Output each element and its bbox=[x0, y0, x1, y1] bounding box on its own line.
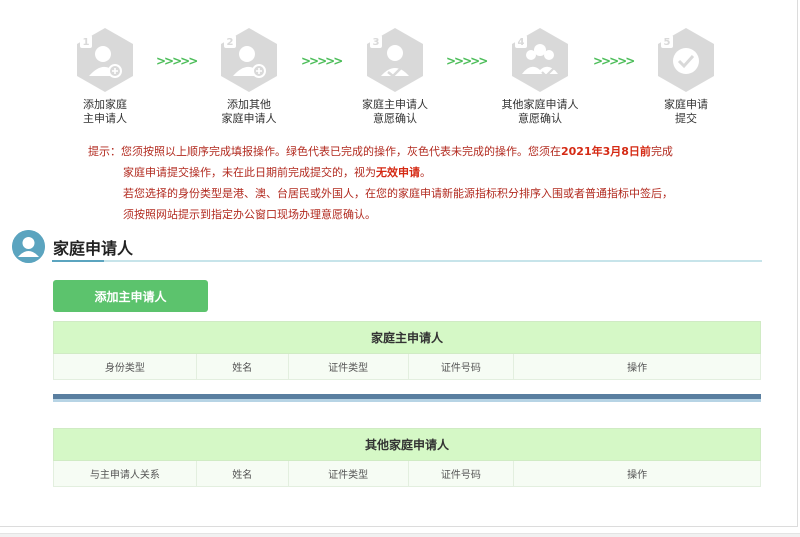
column-header: 身份类型 bbox=[53, 353, 197, 380]
column-header: 操作 bbox=[513, 460, 761, 487]
table-caption: 家庭主申请人 bbox=[53, 321, 761, 354]
section-header: 家庭申请人 bbox=[12, 230, 762, 264]
step-number: 3 bbox=[373, 37, 380, 48]
column-header: 证件类型 bbox=[287, 353, 409, 380]
step-number: 5 bbox=[664, 37, 671, 48]
step-label: 其他家庭申请人 意愿确认 bbox=[501, 98, 579, 125]
notice-line-3: 若您选择的身份类型是港、澳、台居民或外国人，在您的家庭申请新能源指标积分排序入围… bbox=[123, 187, 673, 200]
add-main-applicant-button[interactable]: 添加主申请人 bbox=[53, 280, 208, 312]
column-header: 姓名 bbox=[195, 353, 289, 380]
column-header: 证件号码 bbox=[407, 353, 515, 380]
main-applicant-table: 家庭主申请人 身份类型 姓名 证件类型 证件号码 操作 bbox=[53, 321, 761, 380]
column-header: 操作 bbox=[513, 353, 761, 380]
step-arrow: >>>>> bbox=[593, 54, 635, 68]
step-label: 添加其他 家庭申请人 bbox=[221, 98, 277, 125]
other-applicants-table: 其他家庭申请人 与主申请人关系 姓名 证件类型 证件号码 操作 bbox=[53, 428, 761, 487]
column-header: 证件类型 bbox=[287, 460, 409, 487]
notice-line-2: 家庭申请提交操作，未在此日期前完成提交的，视为无效申请。 bbox=[123, 166, 431, 179]
user-icon bbox=[12, 230, 45, 263]
step-number: 1 bbox=[83, 37, 90, 48]
table-caption: 其他家庭申请人 bbox=[53, 428, 761, 461]
step-arrow: >>>>> bbox=[446, 54, 488, 68]
notice-line-4: 须按照网站提示到指定办公窗口现场办理意愿确认。 bbox=[123, 208, 376, 221]
column-header: 姓名 bbox=[195, 460, 289, 487]
bottom-bar bbox=[0, 533, 800, 537]
table-header-row: 与主申请人关系 姓名 证件类型 证件号码 操作 bbox=[53, 460, 761, 487]
check-circle-icon: 5 bbox=[658, 28, 714, 92]
step-arrow: >>>>> bbox=[301, 54, 343, 68]
step-number: 2 bbox=[227, 37, 234, 48]
notice-line-1: 提示：您须按照以上顺序完成填报操作。绿色代表已完成的操作，灰色代表未完成的操作。… bbox=[88, 145, 673, 158]
section-title: 家庭申请人 bbox=[53, 239, 134, 258]
person-add-icon: 2 bbox=[221, 28, 277, 92]
person-check-icon: 3 bbox=[367, 28, 423, 92]
section-divider bbox=[52, 260, 762, 262]
progress-steps: 1 添加家庭 主申请人 >>>>> 2 添加其他 家庭申请人 >>>>> 3 家… bbox=[0, 22, 800, 132]
column-header: 证件号码 bbox=[407, 460, 515, 487]
notice-text: 提示：您须按照以上顺序完成填报操作。绿色代表已完成的操作，灰色代表未完成的操作。… bbox=[88, 141, 738, 225]
table-divider bbox=[53, 394, 761, 402]
section-divider-accent bbox=[52, 260, 104, 262]
people-check-icon: 4 bbox=[512, 28, 568, 92]
column-header: 与主申请人关系 bbox=[53, 460, 197, 487]
step-label: 家庭申请 提交 bbox=[664, 98, 708, 125]
person-add-icon: 1 bbox=[77, 28, 133, 92]
step-arrow: >>>>> bbox=[156, 54, 198, 68]
step-number: 4 bbox=[518, 37, 525, 48]
step-label: 家庭主申请人 意愿确认 bbox=[362, 98, 428, 125]
step-label: 添加家庭 主申请人 bbox=[83, 98, 127, 125]
table-header-row: 身份类型 姓名 证件类型 证件号码 操作 bbox=[53, 353, 761, 380]
